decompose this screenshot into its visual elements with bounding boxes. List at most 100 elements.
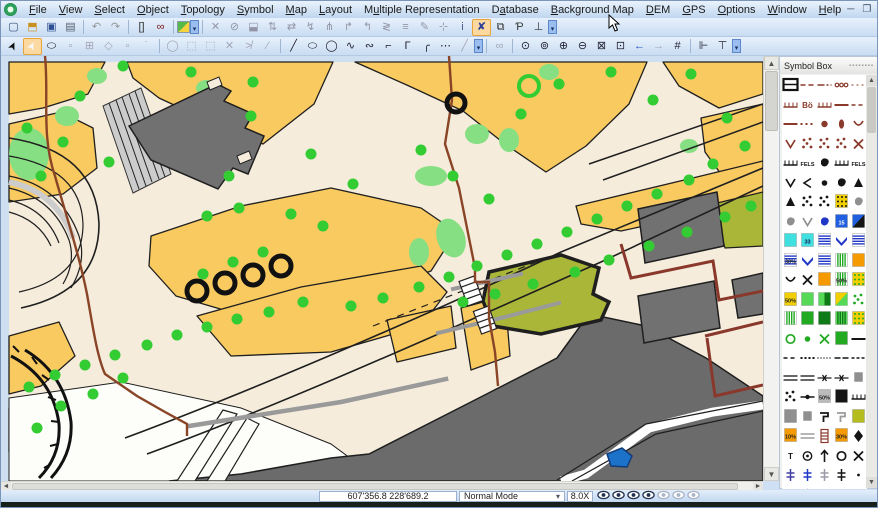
symbol-cell[interactable] [833,192,850,212]
symbol-cell[interactable] [850,290,867,310]
save-button[interactable]: ▣ [42,19,61,36]
zoom-in-tool[interactable]: ⊕ [554,38,573,55]
symbol-cell[interactable] [850,251,867,271]
menu-multiple-representation[interactable]: Multiple Representation [358,3,486,17]
print-button[interactable]: ▤ [61,19,80,36]
symbol-scrollbar[interactable]: ▲ ▼ [866,75,877,488]
symbol-cell[interactable] [850,212,867,232]
vscroll-thumb[interactable] [765,71,778,131]
symbol-cell[interactable] [782,95,799,115]
corner-tool[interactable]: ⌐ [379,38,398,55]
symbol-cell[interactable] [799,212,816,232]
next-view-button[interactable]: → [649,38,668,55]
symbol-scroll-up-arrow[interactable]: ▲ [866,75,877,86]
menu-symbol[interactable]: Symbol [231,3,280,17]
symbol-cell[interactable] [799,173,816,193]
prev-view-button[interactable]: ← [630,38,649,55]
compare-tool[interactable]: ≷ [377,19,396,36]
symbol-cell[interactable] [799,270,816,290]
cut-tool[interactable]: ✕ [206,19,225,36]
map-vertical-scrollbar[interactable]: ▲ ▼ [763,56,779,481]
ellipse-tool[interactable]: ⬭ [303,38,322,55]
symbol-cell[interactable] [799,329,816,349]
symbol-cell[interactable] [816,270,833,290]
symbol-cell[interactable] [816,446,833,466]
symbol-cell[interactable] [833,446,850,466]
ruler-left-toggle[interactable]: ⊩ [694,38,713,55]
symbol-cell[interactable] [816,153,833,173]
eye-toggle-3-on[interactable] [627,490,640,502]
symbol-cell[interactable] [850,75,867,95]
symbol-cell[interactable] [850,329,867,349]
symbol-cell[interactable] [833,173,850,193]
scroll-down-arrow[interactable]: ▼ [764,467,779,481]
grid-sel-tool[interactable]: ⊞ [80,38,99,55]
symbol-cell[interactable]: 33 [799,231,816,251]
diamond-sel-tool[interactable]: ◇ [99,38,118,55]
menu-help[interactable]: Help [813,3,848,17]
tick-tool[interactable]: ˙ [137,38,156,55]
menu-database[interactable]: Database [486,3,545,17]
symbol-cell[interactable]: FELS [799,153,816,173]
rotate-tool[interactable]: ◯ [163,38,182,55]
symbol-cell[interactable]: FELS [850,153,867,173]
target-tool[interactable]: ⊹ [434,19,453,36]
mode-dropdown-arrow[interactable]: ▾ [556,492,560,501]
symbol-cell[interactable] [782,153,799,173]
new-button[interactable]: ▢ [4,19,23,36]
symbol-cell[interactable]: 30% [782,251,799,271]
toolbar1-more-dropdown[interactable]: ▾ [548,20,557,34]
symbol-cell[interactable] [782,407,799,427]
symbol-cell[interactable] [799,192,816,212]
eye-toggle-4-on[interactable] [642,490,655,502]
symbol-cell[interactable] [799,251,816,271]
swap-tool[interactable]: ⇄ [282,19,301,36]
edit-object-tool[interactable]: ✘ [472,19,491,36]
symbol-cell[interactable] [782,329,799,349]
minimize-button[interactable]: ─ [847,4,854,15]
open-button[interactable]: ⬒ [23,19,42,36]
symbol-cell[interactable] [850,426,867,446]
zoom-box-tool[interactable]: ⊠ [592,38,611,55]
rect-sel-tool[interactable]: ▫ [61,38,80,55]
symbol-cell[interactable] [850,387,867,407]
symbol-cell[interactable] [833,153,850,173]
lasso-tool[interactable]: ⬭ [42,38,61,55]
menu-topology[interactable]: Topology [175,3,231,17]
symbol-cell[interactable] [850,407,867,427]
symbol-cell[interactable] [850,465,867,485]
perpendicular-tool[interactable]: ⊥ [529,19,548,36]
symbol-cell[interactable] [782,231,799,251]
find-tool[interactable]: ∞ [490,38,509,55]
turn-right-tool[interactable]: ↱ [339,19,358,36]
turn-left-tool[interactable]: ↰ [358,19,377,36]
info-button[interactable]: i [453,19,472,36]
crop-tool[interactable]: ⬓ [244,19,263,36]
grid-toggle[interactable]: # [668,38,687,55]
symbol-cell[interactable] [833,407,850,427]
symbol-cell[interactable] [850,173,867,193]
symbol-cell[interactable]: Bö [799,95,816,115]
symbol-cell[interactable] [782,270,799,290]
menu-window[interactable]: Window [762,3,813,17]
menu-layout[interactable]: Layout [313,3,358,17]
menu-view[interactable]: View [53,3,89,17]
symbol-cell[interactable] [782,348,799,368]
symbol-cell[interactable] [799,485,816,490]
redo-button[interactable]: ↷ [106,19,125,36]
angle-tool[interactable]: Γ [398,38,417,55]
symbol-cell[interactable] [816,114,833,134]
menu-map[interactable]: Map [280,3,313,17]
symbol-cell[interactable] [816,231,833,251]
symbol-cell[interactable] [850,114,867,134]
slant-tool[interactable]: ∕ [258,38,277,55]
symbol-cell[interactable]: T [782,446,799,466]
restore-button[interactable]: ❐ [862,4,871,15]
dot-sel-tool[interactable]: ▫ [118,38,137,55]
spectacles-icon[interactable]: ∞ [151,19,170,36]
symbol-cell[interactable] [833,231,850,251]
slash-tool[interactable]: ⊘ [225,19,244,36]
freehand-tool[interactable]: ∿ [341,38,360,55]
eye-toggle-7-off[interactable] [687,490,700,502]
symbol-cell[interactable] [850,348,867,368]
